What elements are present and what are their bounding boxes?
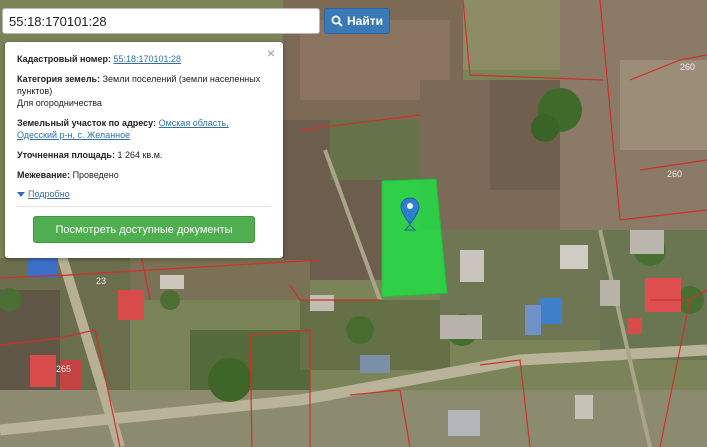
cadastral-link[interactable]: 55:18:170101:28 [113,54,181,64]
address-label: Земельный участок по адресу: [17,118,157,128]
cadastral-row: Кадастровый номер: 55:18:170101:28 [17,53,271,65]
plot-label: 260 [667,169,682,179]
address-link-2[interactable]: Одесский р-н, с. Желанное [17,130,130,140]
view-documents-button[interactable]: Посмотреть доступные документы [33,216,255,243]
search-box [2,8,320,34]
details-link[interactable]: Подробно [28,189,70,199]
plot-label: 265 [56,364,71,374]
parcel-info-popup: × Кадастровый номер: 55:18:170101:28 Кат… [5,42,283,258]
category-row: Категория земель: Земли поселений (земли… [17,73,271,109]
address-link[interactable]: Омская область, [159,118,229,128]
search-button-label: Найти [347,14,383,28]
survey-value: Проведено [72,170,119,180]
plot-label: 260 [680,62,695,72]
survey-label: Межевание: [17,170,71,180]
cadastral-label: Кадастровый номер: [17,54,111,64]
plot-label: 23 [96,276,106,286]
selected-parcel [381,178,448,298]
category-label: Категория земель: [17,74,101,84]
address-row: Земельный участок по адресу: Омская обла… [17,117,271,141]
area-row: Уточненная площадь: 1 264 кв.м. [17,149,271,161]
close-icon[interactable]: × [267,46,275,60]
survey-row: Межевание: Проведено [17,169,271,181]
divider [17,206,271,207]
category-use: Для огородничества [17,98,102,108]
details-toggle[interactable]: Подробно [17,189,271,199]
search-button[interactable]: Найти [324,8,390,34]
search-input[interactable] [3,9,319,33]
area-label: Уточненная площадь: [17,150,115,160]
search-icon [331,15,343,27]
caret-down-icon [17,191,25,197]
area-value: 1 264 кв.м. [117,150,163,160]
